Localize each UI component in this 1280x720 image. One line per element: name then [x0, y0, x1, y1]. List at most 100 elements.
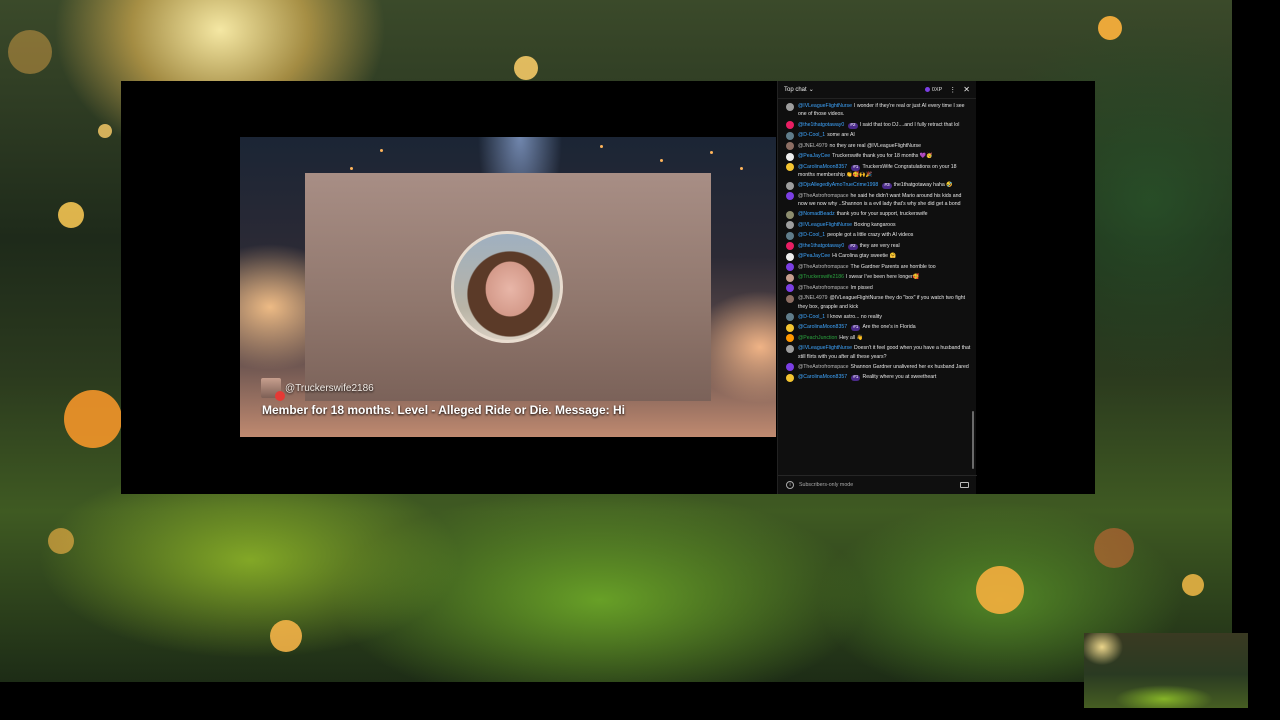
chat-username[interactable]: @JNEL4979: [798, 143, 828, 149]
chat-message-body: @PeaJayCee Hi Carolina gtay sweetie 🤗: [798, 252, 971, 261]
sparkle: [660, 159, 663, 162]
stream-frame: @Truckerswife2186 Member for 18 months. …: [121, 81, 1095, 494]
chat-avatar[interactable]: [786, 363, 794, 372]
chat-message-body: @PeaJayCee Truckerswife thank you for 18 …: [798, 152, 971, 161]
close-icon[interactable]: ✕: [963, 85, 970, 94]
chat-message: @IVLeagueFlightNurse Boxing kangaroos: [778, 221, 977, 230]
chat-username[interactable]: @IVLeagueFlightNurse: [798, 222, 852, 228]
chat-username[interactable]: @D-Cool_1: [798, 314, 825, 320]
chat-avatar[interactable]: [786, 221, 794, 230]
chat-text: some are AI: [827, 132, 855, 139]
chat-username[interactable]: @TheAstrofromspace: [798, 364, 849, 370]
chat-avatar[interactable]: [786, 142, 794, 151]
rank-badge: #2: [848, 122, 858, 129]
chat-avatar[interactable]: [786, 192, 794, 201]
chat-avatar[interactable]: [786, 323, 794, 332]
chat-avatar[interactable]: [786, 344, 794, 353]
chat-avatar[interactable]: [786, 263, 794, 272]
chat-avatar[interactable]: [786, 252, 794, 261]
chat-username[interactable]: @D-Cool_1: [798, 132, 825, 138]
chat-message: @Truckerswife2186 I swear I've been here …: [778, 273, 977, 282]
chat-username[interactable]: @PeachJunction: [798, 335, 837, 341]
chat-username[interactable]: @PeaJayCee: [798, 253, 830, 259]
chat-username[interactable]: @NomadBeadz: [798, 211, 835, 217]
chat-avatar[interactable]: [786, 242, 794, 251]
chat-message-body: @D-Cool_1 I know astro... no reality: [798, 313, 971, 322]
chat-username[interactable]: @TheAstrofromspace: [798, 193, 849, 199]
chat-avatar[interactable]: [786, 334, 794, 343]
video-player[interactable]: @Truckerswife2186 Member for 18 months. …: [240, 137, 776, 437]
chat-username[interactable]: @TheAstrofromspace: [798, 285, 849, 291]
sparkle: [380, 149, 383, 152]
bokeh-light: [976, 566, 1024, 614]
rank-badge: #2: [848, 243, 858, 250]
chat-message: @TheAstrofromspace Im pissed: [778, 284, 977, 293]
bokeh-light: [8, 30, 52, 74]
bokeh-light: [98, 124, 112, 138]
chat-avatar[interactable]: [786, 210, 794, 219]
chat-avatar[interactable]: [786, 121, 794, 130]
panel-toggle-icon[interactable]: [960, 482, 969, 488]
sparkle: [710, 151, 713, 154]
chat-username[interactable]: @IVLeagueFlightNurse: [798, 345, 852, 351]
chat-message: @JNEL4979 @IVLeagueFlightNurse they do "b…: [778, 294, 977, 311]
chat-avatar[interactable]: [786, 313, 794, 322]
chat-username[interactable]: @IVLeagueFlightNurse: [798, 103, 852, 109]
bokeh-light: [1094, 528, 1134, 568]
rank-badge: #1: [851, 164, 861, 171]
more-vert-icon[interactable]: ⋮: [949, 86, 956, 94]
chat-avatar[interactable]: [786, 284, 794, 293]
forest-thumbnail: [1084, 633, 1248, 708]
chat-message: @D-Cool_1 people got a little crazy with …: [778, 231, 977, 240]
chat-username[interactable]: @DjsAllegedlyAmoTrueCrime1998: [798, 182, 878, 188]
sparkle: [600, 145, 603, 148]
chat-avatar[interactable]: [786, 231, 794, 240]
alert-username: @Truckerswife2186: [285, 382, 374, 394]
chat-username[interactable]: @PeaJayCee: [798, 153, 830, 159]
chat-message: @DjsAllegedlyAmoTrueCrime1998 #3 the1thatg…: [778, 181, 977, 190]
chat-username[interactable]: @Truckerswife2186: [798, 274, 844, 280]
chat-avatar[interactable]: [786, 181, 794, 190]
chat-username[interactable]: @the1thatgotaway0: [798, 243, 844, 249]
chat-username[interactable]: @the1thatgotaway0: [798, 122, 844, 128]
chat-message-body: @the1thatgotaway0 #2 they are very real: [798, 242, 971, 251]
chat-avatar[interactable]: [786, 273, 794, 282]
live-chat: Top chat ⌄ 0XP ⋮ ✕ @IVLeagueFlightNurse I…: [777, 81, 977, 494]
chat-message-body: @IVLeagueFlightNurse Boxing kangaroos: [798, 221, 971, 230]
bokeh-light: [48, 528, 74, 554]
chat-username[interactable]: @CarolinaMoon8357: [798, 324, 847, 330]
chat-text: no they are real @IVLeagueFlightNurse: [829, 142, 922, 149]
chat-mode-dropdown[interactable]: Top chat ⌄: [784, 86, 814, 94]
chat-scrollbar[interactable]: [972, 411, 974, 469]
chat-avatar[interactable]: [786, 131, 794, 140]
chat-message-body: @D-Cool_1 people got a little crazy with …: [798, 231, 971, 240]
alert-user: @Truckerswife2186: [261, 378, 374, 401]
chat-footer: i Subscribers-only mode: [778, 475, 977, 494]
chat-username[interactable]: @CarolinaMoon8357: [798, 374, 847, 380]
chat-messages: @IVLeagueFlightNurse I wonder if they're …: [778, 100, 977, 474]
chat-text: Boxing kangaroos: [854, 221, 896, 228]
chat-header: Top chat ⌄ 0XP ⋮ ✕: [778, 81, 976, 99]
chat-message-body: @NomadBeadz thank you for your support, t…: [798, 210, 971, 219]
chat-avatar[interactable]: [786, 163, 794, 172]
chat-text: thank you for your support, truckerswife: [836, 211, 928, 218]
subscribers-mode-label: Subscribers-only mode: [799, 482, 854, 488]
chat-avatar[interactable]: [786, 373, 794, 382]
chat-avatar[interactable]: [786, 152, 794, 161]
chat-username[interactable]: @TheAstrofromspace: [798, 264, 849, 270]
chat-username[interactable]: @CarolinaMoon8357: [798, 164, 847, 170]
chat-username[interactable]: @D-Cool_1: [798, 232, 825, 238]
chat-message: @JNEL4979 no they are real @IVLeagueFligh…: [778, 142, 977, 151]
chat-message-body: @D-Cool_1 some are AI: [798, 131, 971, 140]
info-icon[interactable]: i: [786, 481, 794, 489]
xp-counter[interactable]: 0XP: [924, 87, 942, 93]
chat-username[interactable]: @JNEL4979: [798, 295, 828, 301]
chat-message-body: @DjsAllegedlyAmoTrueCrime1998 #3 the1thatg…: [798, 181, 971, 190]
chat-text: Are the one's in Florida: [862, 324, 916, 331]
chat-avatar[interactable]: [786, 102, 794, 111]
chat-message: @PeaJayCee Hi Carolina gtay sweetie 🤗: [778, 252, 977, 261]
chat-message: @TheAstrofromspace he said he didn't want…: [778, 192, 977, 209]
chat-message: @the1thatgotaway0 #2 they are very real: [778, 242, 977, 251]
bokeh-light: [270, 620, 302, 652]
chat-avatar[interactable]: [786, 294, 794, 303]
